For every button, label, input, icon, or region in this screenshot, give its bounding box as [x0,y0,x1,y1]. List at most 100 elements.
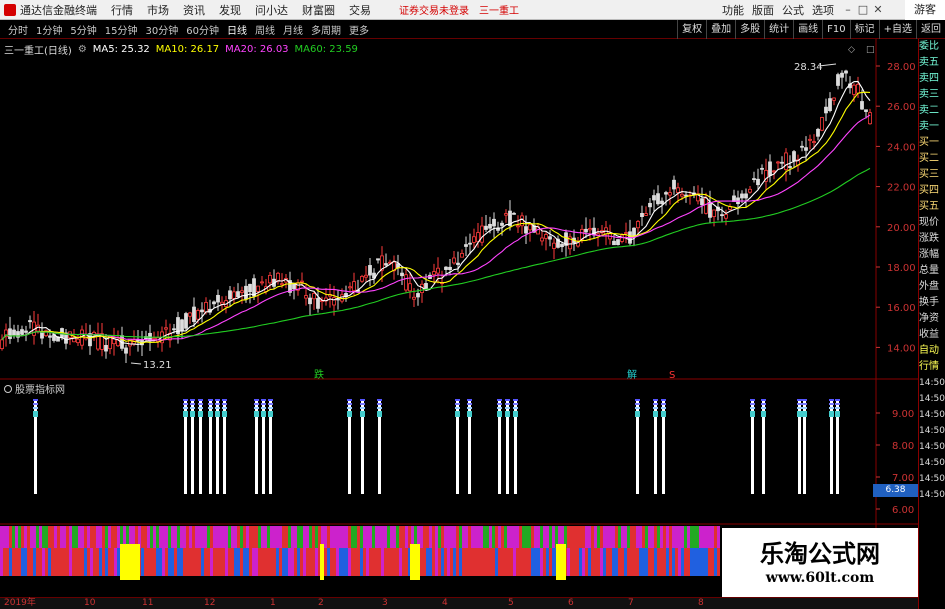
menu-wealth[interactable]: 财富圈 [302,2,335,18]
expand-icon[interactable]: □ [866,45,875,55]
current-value-tag: 6.38 [873,484,918,497]
quote-tab[interactable]: 行情 [919,359,945,375]
strip-top [12,526,15,548]
f10-button[interactable]: F10 [822,20,849,39]
maximize-icon[interactable]: □ [857,3,869,17]
indicator-dot [797,407,802,409]
menu-options[interactable]: 选项 [812,2,834,18]
candle-body [652,195,656,201]
add-watchlist-button[interactable]: +自选 [878,20,916,39]
strip-bottom [642,548,645,576]
strip-top [501,526,504,548]
strip-top [684,526,687,548]
diamond-icon[interactable]: ◇ [848,45,855,55]
strip-top [282,526,285,548]
period-monthly[interactable]: 月线 [283,22,303,37]
period-weekly[interactable]: 周线 [255,22,275,37]
strip-bottom [624,548,627,576]
strip-top [267,526,270,548]
menu-discover[interactable]: 发现 [219,2,241,18]
period-toolbar: 分时 1分钟 5分钟 15分钟 30分钟 60分钟 日线 周线 月线 多周期 更… [0,20,945,39]
back-button[interactable]: 返回 [916,20,945,39]
indicator-dot [360,407,365,409]
minimize-icon[interactable]: – [842,3,854,17]
period-timeshare[interactable]: 分时 [8,22,28,37]
strip-bottom [204,548,207,576]
stats-button[interactable]: 统计 [764,20,793,39]
date-label: 5 [508,598,514,608]
draw-button[interactable]: 画线 [793,20,822,39]
candle-body [812,141,816,144]
multi-stock-button[interactable]: 多股 [735,20,764,39]
period-15min[interactable]: 15分钟 [105,22,138,37]
menu-layout[interactable]: 版面 [752,2,774,18]
overlay-button[interactable]: 叠加 [706,20,735,39]
indicator-cap [190,411,195,417]
period-more[interactable]: 更多 [349,22,369,37]
period-multi[interactable]: 多周期 [311,22,341,37]
quote-tab[interactable]: 自动 [919,343,945,359]
strip-bottom [117,548,120,576]
indicator-dot [797,403,802,405]
indicator-settings-icon[interactable] [4,384,12,393]
mark-button[interactable]: 标记 [849,20,879,39]
strip-bottom [102,548,105,576]
candle-body [416,293,420,298]
candle-body [668,192,672,196]
strip-bottom [711,548,714,576]
menu-market[interactable]: 市场 [147,2,169,18]
close-icon[interactable]: ✕ [872,3,884,17]
strip-bottom [234,548,237,576]
strip-top [423,526,426,548]
period-1min[interactable]: 1分钟 [36,22,62,37]
strip-top [66,526,69,548]
candle-body [196,310,200,320]
adjust-button[interactable]: 复权 [677,20,706,39]
candle-body [708,201,712,218]
candle-body [28,320,32,323]
indicator-cap [513,411,518,417]
indicator-header[interactable]: 股票指标网 [4,381,65,396]
strip-top [396,526,399,548]
strip-top [699,526,702,548]
settings-icon[interactable]: ⚙ [78,44,87,55]
period-60min[interactable]: 60分钟 [186,22,219,37]
menu-trade[interactable]: 交易 [349,2,371,18]
strip-bottom [654,548,657,576]
strip-top [204,526,207,548]
strip-top [630,526,633,548]
stock-name[interactable]: 三一重工(日线) [4,42,72,57]
login-status[interactable]: 证券交易未登录 [399,2,469,17]
menu-formula[interactable]: 公式 [782,2,804,18]
kline-chart[interactable]: 28.00 26.00 24.00 22.00 20.00 18.00 16.00 14.00… [0,39,918,597]
indicator-dot [467,399,472,401]
indicator-dot [761,407,766,409]
strip-top [141,526,144,548]
menu-functions[interactable]: 功能 [722,2,744,18]
candle-body [856,83,860,94]
menu-news[interactable]: 资讯 [183,2,205,18]
strip-bottom [648,548,651,576]
strip-top [552,526,555,548]
strip-top [111,526,114,548]
candle-body [788,166,792,168]
strip-top [678,526,681,548]
menu-quotes[interactable]: 行情 [111,2,133,18]
strip-top [696,526,699,548]
menu-ask[interactable]: 问小达 [255,2,288,18]
period-5min[interactable]: 5分钟 [70,22,96,37]
period-30min[interactable]: 30分钟 [145,22,178,37]
strip-top [324,526,327,548]
strip-top [42,526,45,548]
guest-button[interactable]: 游客 [905,0,945,20]
stock-tab[interactable]: 三一重工 [479,2,519,17]
strip-top [159,526,162,548]
period-daily[interactable]: 日线 [227,22,247,37]
strip-top [150,526,153,548]
strip-top [165,526,168,548]
strip-bottom [450,548,453,576]
candle-body [260,281,264,284]
strip-top [240,526,243,548]
candle-body [752,178,756,181]
strip-bottom [423,548,426,576]
